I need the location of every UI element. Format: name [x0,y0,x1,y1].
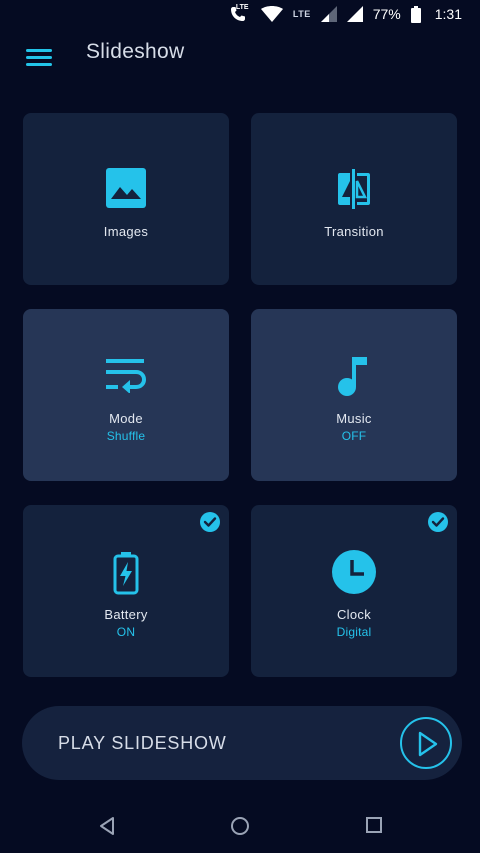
battery-charging-icon [113,552,139,595]
recents-icon[interactable] [365,816,383,834]
tile-mode-label: Mode [109,411,143,426]
music-note-icon [338,357,367,396]
battery-percent: 77% [372,6,401,22]
tile-mode-value: Shuffle [106,429,146,443]
signal-weak-icon [320,6,337,22]
home-icon[interactable] [230,816,250,836]
wifi-icon [260,6,283,22]
status-time: 1:31 [434,6,462,22]
tile-clock-value: Digital [336,625,372,639]
slideshow-screen: LTE LTE 77% 1:31 Slideshow Images Transi… [0,0,480,853]
hamburger-menu-icon[interactable] [26,49,52,67]
call-lte-icon: LTE [229,4,251,23]
tile-mode[interactable]: Mode Shuffle [23,309,229,481]
clock-icon [332,550,376,594]
tile-battery-value: ON [116,625,136,639]
tile-music[interactable]: Music OFF [251,309,457,481]
signal-full-icon [346,6,363,22]
check-icon [200,512,220,532]
tile-music-value: OFF [341,429,367,443]
call-lte-label: LTE [235,4,249,11]
back-icon[interactable] [98,816,116,836]
tile-battery-label: Battery [104,607,148,622]
tile-transition[interactable]: Transition [251,113,457,285]
tile-music-label: Music [336,411,372,426]
tile-images-label: Images [103,224,149,239]
transition-icon [338,169,370,209]
app-bar: Slideshow [0,30,480,80]
tile-clock[interactable]: Clock Digital [251,505,457,677]
tile-transition-label: Transition [324,224,384,239]
status-bar: LTE LTE 77% 1:31 [0,0,480,28]
tile-clock-label: Clock [336,607,371,622]
page-title: Slideshow [86,40,185,63]
battery-icon [410,5,421,23]
tile-images[interactable]: Images [23,113,229,285]
image-icon [106,168,146,208]
play-icon [418,731,438,757]
wrap-text-icon [106,359,146,393]
tile-battery[interactable]: Battery ON [23,505,229,677]
lte-label: LTE [292,9,311,19]
check-icon [428,512,448,532]
play-button[interactable] [400,717,452,769]
system-nav-bar [0,800,480,853]
play-slideshow-label: PLAY SLIDESHOW [58,733,227,753]
play-slideshow-bar[interactable]: PLAY SLIDESHOW [22,706,462,780]
